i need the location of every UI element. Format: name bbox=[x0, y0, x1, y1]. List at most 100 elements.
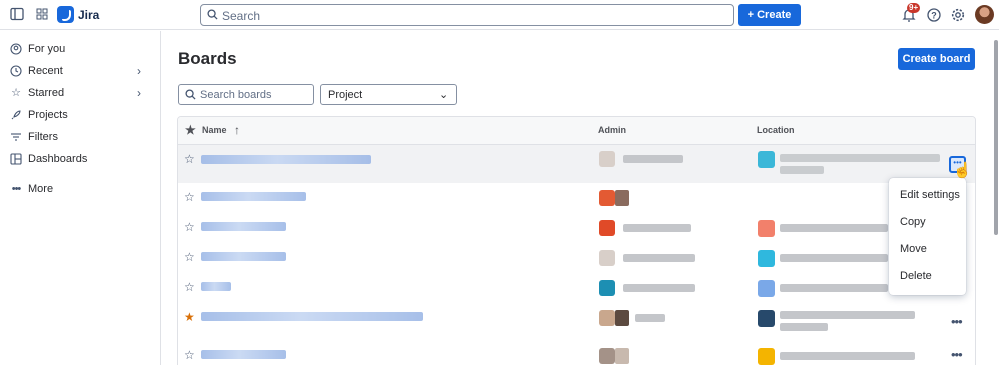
create-label: Create bbox=[757, 9, 792, 21]
sidebar-item-for-you[interactable]: For you bbox=[0, 39, 160, 61]
table-row[interactable]: ☆ ••• bbox=[178, 341, 975, 365]
scrollbar[interactable] bbox=[994, 40, 998, 235]
table-row[interactable]: ☆ bbox=[178, 213, 975, 243]
board-name-link[interactable] bbox=[201, 155, 371, 164]
location-name[interactable] bbox=[780, 224, 888, 232]
star-icon[interactable]: ☆ bbox=[184, 281, 195, 293]
user-circle-icon bbox=[10, 43, 22, 55]
sidebar-item-label: Dashboards bbox=[28, 153, 88, 165]
sidebar: For you Recent › ☆ Starred › Projects Fi… bbox=[0, 31, 161, 365]
board-name-link[interactable] bbox=[201, 282, 231, 291]
sidebar-item-label: Recent bbox=[28, 65, 63, 77]
create-button[interactable]: + Create bbox=[738, 4, 801, 26]
help-icon[interactable]: ? bbox=[926, 7, 942, 23]
menu-item-move[interactable]: Move bbox=[889, 236, 966, 263]
admin-name bbox=[623, 284, 695, 292]
create-board-button[interactable]: Create board bbox=[898, 48, 975, 70]
location-name-line2 bbox=[780, 323, 828, 331]
app-switcher-icon[interactable] bbox=[34, 7, 50, 23]
table-row[interactable]: ☆ bbox=[178, 183, 975, 213]
sidebar-item-label: Starred bbox=[28, 87, 65, 99]
avatar bbox=[615, 348, 629, 364]
chevron-right-icon[interactable]: › bbox=[137, 86, 141, 100]
avatar bbox=[599, 190, 615, 206]
sidebar-item-label: More bbox=[28, 183, 54, 195]
board-name-link[interactable] bbox=[201, 350, 286, 359]
menu-item-label: Copy bbox=[900, 216, 926, 228]
dashboard-icon bbox=[10, 153, 22, 165]
menu-item-delete[interactable]: Delete bbox=[889, 263, 966, 290]
admin-name bbox=[623, 155, 683, 163]
location-name[interactable] bbox=[780, 154, 940, 162]
board-name-link[interactable] bbox=[201, 312, 423, 321]
location-name[interactable] bbox=[780, 254, 888, 262]
column-header-admin: Admin bbox=[598, 125, 626, 135]
more-actions-button[interactable]: ••• bbox=[951, 314, 963, 329]
star-icon[interactable]: ☆ bbox=[184, 153, 195, 165]
board-name-link[interactable] bbox=[201, 252, 286, 261]
table-row[interactable]: ☆ ••• bbox=[178, 145, 975, 183]
avatar bbox=[599, 348, 615, 364]
avatar bbox=[599, 310, 615, 326]
jira-logo-icon[interactable] bbox=[57, 6, 74, 23]
search-icon bbox=[207, 9, 218, 20]
star-icon[interactable]: ☆ bbox=[184, 221, 195, 233]
avatar bbox=[615, 310, 629, 326]
search-boards-placeholder: Search boards bbox=[200, 89, 272, 101]
filter-icon bbox=[11, 133, 21, 141]
search-icon bbox=[185, 89, 196, 100]
star-icon[interactable]: ☆ bbox=[184, 349, 195, 361]
pointer-hand-cursor-icon: ☝ bbox=[953, 162, 972, 179]
sidebar-item-more[interactable]: ••• More bbox=[0, 179, 160, 201]
settings-gear-icon[interactable] bbox=[950, 7, 966, 23]
top-navigation: Jira Search + Create 9+ ? bbox=[0, 0, 999, 30]
project-icon bbox=[758, 280, 775, 297]
star-icon[interactable]: ☆ bbox=[184, 251, 195, 263]
svg-text:?: ? bbox=[931, 11, 937, 21]
location-name[interactable] bbox=[780, 352, 915, 360]
board-actions-menu: Edit settings Copy Move Delete bbox=[889, 178, 966, 295]
global-search-input[interactable]: Search bbox=[200, 4, 734, 26]
avatar bbox=[599, 151, 615, 167]
sidebar-item-filters[interactable]: Filters bbox=[0, 127, 160, 149]
star-filled-icon[interactable]: ★ bbox=[184, 311, 195, 323]
admin-name bbox=[623, 254, 695, 262]
board-name-link[interactable] bbox=[201, 192, 306, 201]
more-actions-button[interactable]: ••• bbox=[951, 347, 963, 362]
project-filter-select[interactable]: Project ⌄ bbox=[320, 84, 457, 105]
menu-item-copy[interactable]: Copy bbox=[889, 209, 966, 236]
avatar bbox=[599, 220, 615, 236]
menu-item-label: Move bbox=[900, 243, 927, 255]
chevron-down-icon: ⌄ bbox=[439, 89, 449, 101]
board-name-link[interactable] bbox=[201, 222, 286, 231]
table-row[interactable]: ☆ bbox=[178, 243, 975, 273]
project-icon bbox=[758, 220, 775, 237]
rocket-icon bbox=[11, 110, 21, 120]
chevron-right-icon[interactable]: › bbox=[137, 64, 141, 78]
table-row[interactable]: ★ ••• bbox=[178, 303, 975, 337]
project-icon bbox=[758, 151, 775, 168]
location-name-line2 bbox=[780, 166, 824, 174]
sidebar-item-recent[interactable]: Recent › bbox=[0, 61, 160, 83]
location-name[interactable] bbox=[780, 284, 888, 292]
sidebar-item-projects[interactable]: Projects bbox=[0, 105, 160, 127]
search-boards-input[interactable]: Search boards bbox=[178, 84, 314, 105]
table-row[interactable]: ☆ bbox=[178, 273, 975, 303]
sidebar-item-dashboards[interactable]: Dashboards bbox=[0, 149, 160, 171]
avatar bbox=[615, 190, 629, 206]
project-icon bbox=[758, 310, 775, 327]
menu-item-edit-settings[interactable]: Edit settings bbox=[889, 182, 966, 209]
sidebar-item-label: Projects bbox=[28, 109, 68, 121]
column-header-name[interactable]: Name bbox=[202, 125, 227, 135]
project-icon bbox=[758, 348, 775, 365]
admin-name bbox=[635, 314, 665, 322]
sidebar-toggle-icon[interactable] bbox=[9, 7, 25, 23]
location-name[interactable] bbox=[780, 311, 915, 319]
sort-arrow-up-icon[interactable]: ↑ bbox=[234, 123, 240, 137]
table-header: ★ Name ↑ Admin Location bbox=[178, 117, 975, 145]
column-header-location: Location bbox=[757, 125, 795, 135]
sidebar-item-starred[interactable]: ☆ Starred › bbox=[0, 83, 160, 105]
star-icon[interactable]: ☆ bbox=[184, 191, 195, 203]
app-name[interactable]: Jira bbox=[78, 8, 99, 22]
user-avatar[interactable] bbox=[975, 5, 994, 24]
